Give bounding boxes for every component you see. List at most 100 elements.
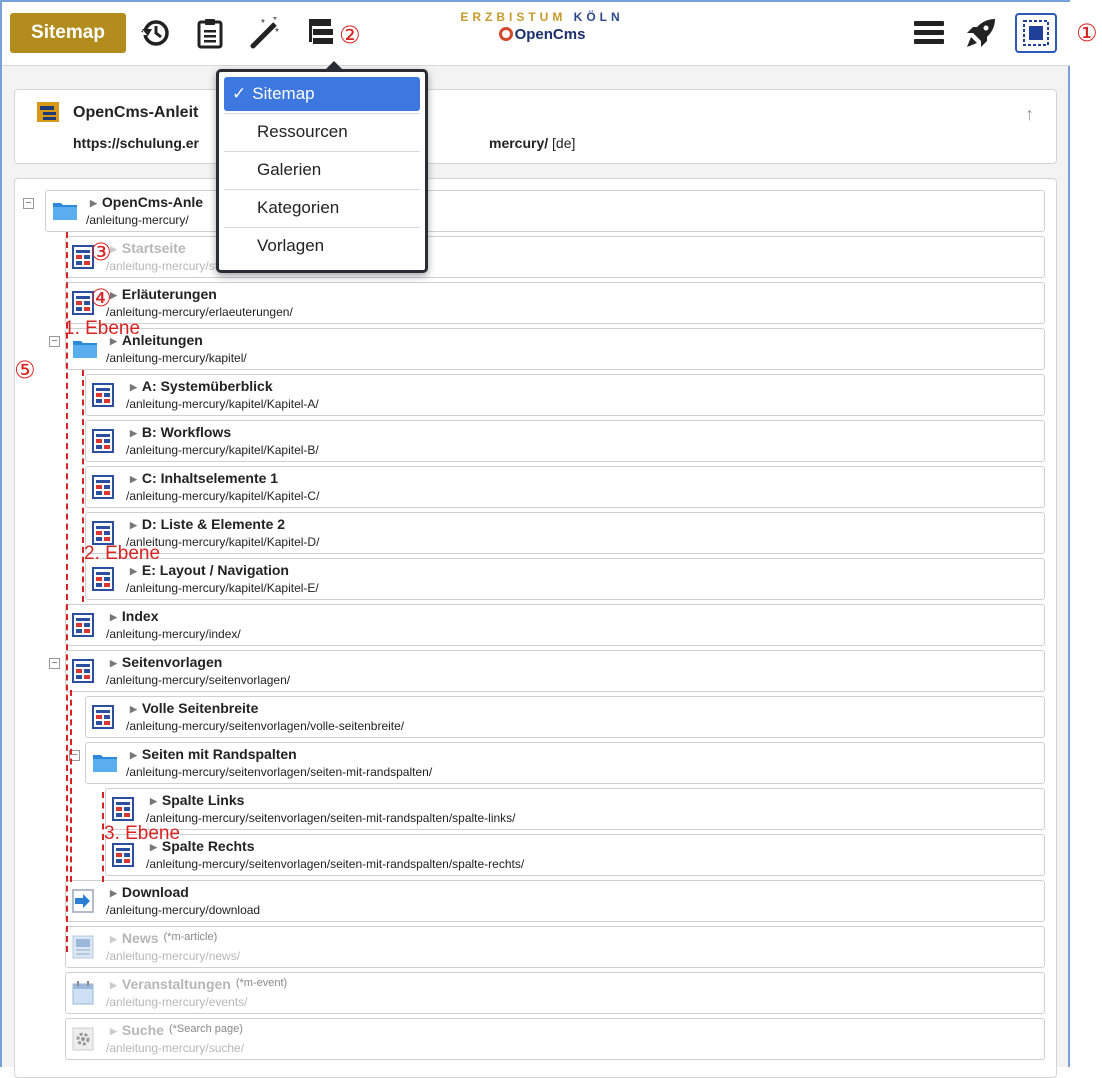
tree-node-path: /anleitung-mercury/kapitel/Kapitel-A/ [126,397,319,411]
tree-node[interactable]: ▶ OpenCms-Anle/anleitung-mercury/ [45,190,1045,232]
expand-arrow-icon[interactable]: ▶ [110,934,117,944]
svg-text:*: * [275,27,279,38]
tree-node-path: /anleitung-mercury/kapitel/Kapitel-C/ [126,489,320,503]
tree-node[interactable]: ▶ News (*m-article) /anleitung-mercury/news… [65,926,1045,968]
tree-node-path: /anleitung-mercury/seitenvorlagen/seiten… [146,811,516,825]
page-icon [92,429,118,455]
view-dropdown: ✓ Sitemap Ressourcen Galerien Kategorien Vorl… [216,61,428,273]
tree-node-path: /anleitung-mercury/seitenvorlagen/seiten… [126,765,433,779]
tree-node-path: /anleitung-mercury/suche/ [106,1041,245,1055]
tree-node-title: ▶ Veranstaltungen (*m-event) [110,976,287,992]
tree-node-label: C: Inhaltselemente 1 [141,470,279,486]
tree-node[interactable]: ▶ Veranstaltungen (*m-event) /anleitung-mer… [65,972,1045,1014]
collapse-toggle[interactable]: − [49,658,60,669]
annotation-line [66,232,68,952]
tree-node[interactable]: ▶ D: Liste & Elemente 2/anleitung-mercury… [85,512,1045,554]
tree-node[interactable]: ▶ Anleitungen/anleitung-mercury/kapitel/ [65,328,1045,370]
tree-node-label: E: Layout / Navigation [141,562,289,578]
annotation-line [70,690,72,882]
level-label-3: 3. Ebene [104,823,181,844]
tree-node-label: B: Workflows [141,424,232,440]
tree-node-title: ▶ B: Workflows [130,424,231,440]
expand-arrow-icon[interactable]: ▶ [130,520,137,530]
tree-node-label: Startseite [121,240,186,256]
tree-node[interactable]: ▶ Startseite/anleitung-mercury/start/ [65,236,1045,278]
tree-node-title: ▶ A: Systemüberblick [130,378,273,394]
svg-text:*: * [273,17,277,26]
dropdown-item-kategorien[interactable]: Kategorien [224,191,420,225]
magic-wand-icon[interactable]: * * * [248,16,282,50]
dropdown-divider [224,151,420,152]
tree-node-path: /anleitung-mercury/events/ [106,995,248,1009]
tree-node-label: News [121,930,159,946]
tree-node[interactable]: ▶ Spalte Links/anleitung-mercury/seitenvo… [105,788,1045,830]
go-up-icon[interactable]: ↑ [1025,104,1034,125]
tree-node-label: Seiten mit Randspalten [141,746,297,762]
tree-node[interactable]: ▶ Seitenvorlagen/anleitung-mercury/seiten… [65,650,1045,692]
publish-button[interactable] [1015,13,1057,53]
tree-node[interactable]: ▶ Download/anleitung-mercury/download [65,880,1045,922]
gear-icon [72,1027,98,1053]
tree-node[interactable]: ▶ Seiten mit Randspalten/anleitung-mercur… [85,742,1045,784]
rocket-icon[interactable] [964,16,998,50]
collapse-toggle[interactable]: − [49,336,60,347]
clipboard-icon[interactable] [193,16,227,50]
tree-node-label: Spalte Links [161,792,245,808]
tree-node-path: /anleitung-mercury/news/ [106,949,241,963]
folder-icon [52,199,78,225]
tree-node-title: ▶ Erläuterungen [110,286,217,302]
tree-node[interactable]: ▶ Volle Seitenbreite/anleitung-mercury/se… [85,696,1045,738]
dropdown-item-sitemap[interactable]: ✓ Sitemap [224,77,420,111]
expand-arrow-icon[interactable]: ▶ [110,1026,117,1036]
tree-node-title: ▶ Suche (*Search page) [110,1022,243,1038]
dropdown-item-galerien[interactable]: Galerien [224,153,420,187]
tree-node[interactable]: ▶ Index/anleitung-mercury/index/ [65,604,1045,646]
dropdown-divider [224,227,420,228]
tree-node-path: /anleitung-mercury/kapitel/Kapitel-B/ [126,443,319,457]
tree-node[interactable]: ▶ C: Inhaltselemente 1/anleitung-mercury/… [85,466,1045,508]
app-window: Sitemap * * * ② ERZBISTUM KÖLN OpenCms O… [0,0,1070,1078]
tree-node-title: ▶ Spalte Links [150,792,244,808]
tree-node[interactable]: ▶ Suche (*Search page) /anleitung-mercury/s… [65,1018,1045,1060]
expand-arrow-icon[interactable]: ▶ [110,980,117,990]
collapse-toggle[interactable]: − [23,198,34,209]
expand-arrow-icon[interactable]: ▶ [130,474,137,484]
tree-node-label: Index [121,608,159,624]
tree-node[interactable]: ▶ A: Systemüberblick/anleitung-mercury/ka… [85,374,1045,416]
tree-node[interactable]: ▶ Spalte Rechts/anleitung-mercury/seitenv… [105,834,1045,876]
tree-node-title: ▶ Download [110,884,189,900]
expand-arrow-icon[interactable]: ▶ [130,428,137,438]
tree-node-path: /anleitung-mercury/ [86,213,189,227]
tree-node-title: ▶ Seiten mit Randspalten [130,746,297,762]
tree-node-label: OpenCms-Anle [101,194,204,210]
expand-arrow-icon[interactable]: ▶ [130,566,137,576]
tree-node[interactable]: ▶ E: Layout / Navigation/anleitung-mercur… [85,558,1045,600]
expand-arrow-icon[interactable]: ▶ [130,704,137,714]
sitemap-tree-icon[interactable] [305,16,339,50]
tree-node-title: ▶ OpenCms-Anle [90,194,203,210]
dropdown-item-ressourcen[interactable]: Ressourcen [224,115,420,149]
expand-arrow-icon[interactable]: ▶ [110,888,117,898]
expand-arrow-icon[interactable]: ▶ [130,382,137,392]
dropdown-item-label: Ressourcen [257,122,348,141]
tree-node[interactable]: ▶ Erläuterungen/anleitung-mercury/erlaeut… [65,282,1045,324]
page-icon [72,613,98,639]
tree-node[interactable]: ▶ B: Workflows/anleitung-mercury/kapitel/… [85,420,1045,462]
menu-icon[interactable] [912,16,946,50]
expand-arrow-icon[interactable]: ▶ [130,750,137,760]
expand-arrow-icon[interactable]: ▶ [150,796,157,806]
expand-arrow-icon[interactable]: ▶ [90,198,97,208]
expand-arrow-icon[interactable]: ▶ [110,658,117,668]
annotation-line [82,370,84,602]
history-icon[interactable] [138,16,172,50]
news-icon [72,935,98,961]
tree-node-title: ▶ D: Liste & Elemente 2 [130,516,285,532]
dropdown-item-vorlagen[interactable]: Vorlagen [224,229,420,263]
tree-node-label: Suche [121,1022,164,1038]
page-icon [112,797,138,823]
tree-node-label: Seitenvorlagen [121,654,223,670]
dropdown-divider [224,113,420,114]
sitemap-button[interactable]: Sitemap [10,13,126,53]
toolbar: Sitemap * * * ② ERZBISTUM KÖLN OpenCms [2,2,1070,66]
expand-arrow-icon[interactable]: ▶ [110,612,117,622]
